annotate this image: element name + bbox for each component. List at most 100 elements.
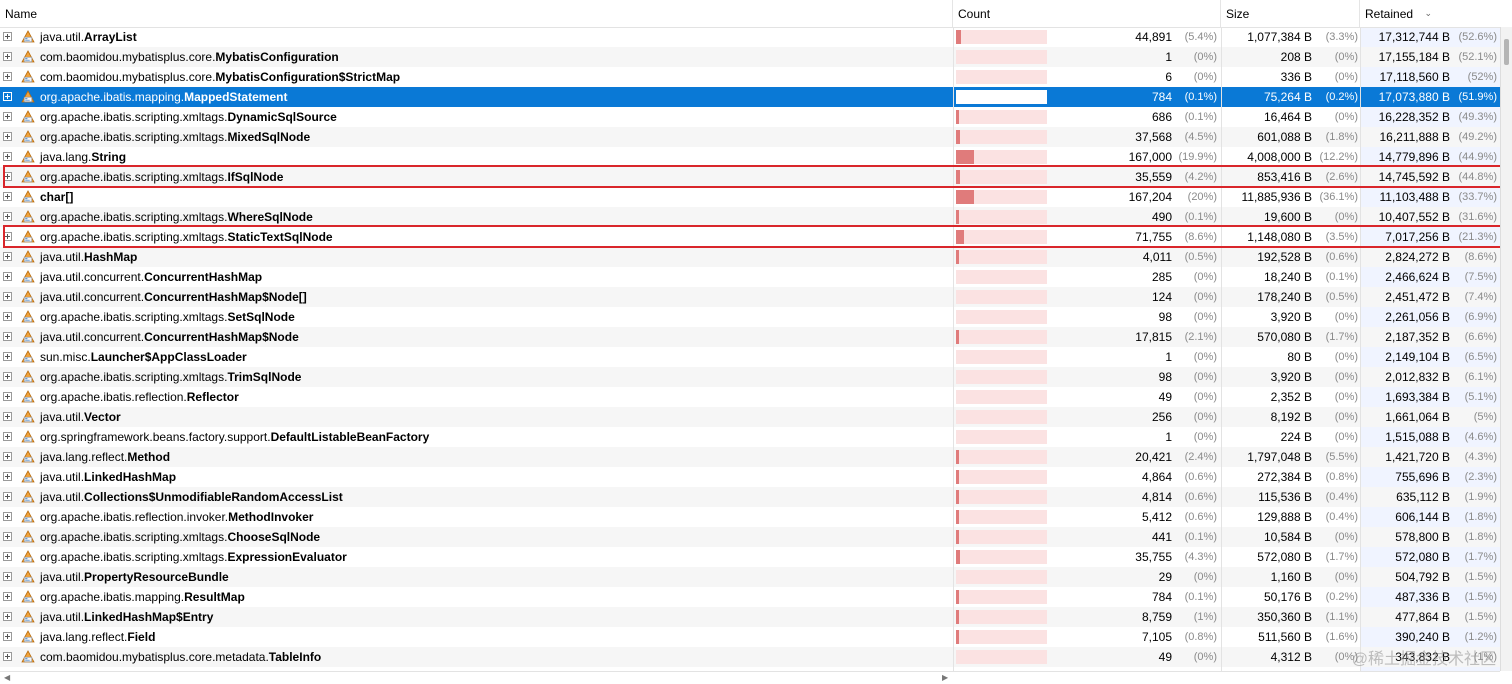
expand-toggle-icon[interactable]	[3, 592, 12, 601]
retained-size: 2,149,104 B	[1385, 350, 1450, 364]
column-header-size[interactable]: Size	[1221, 0, 1360, 27]
table-row[interactable]: org.apache.ibatis.mapping.MappedStatemen…	[0, 87, 1500, 107]
count-bar	[956, 530, 1047, 544]
expand-toggle-icon[interactable]	[3, 412, 12, 421]
table-row[interactable]: java.lang.reflect.Method 20,421 (2.4%) 1,79…	[0, 447, 1500, 467]
table-row[interactable]: java.util.LinkedHashMap$Entry 8,759 (1%) 35…	[0, 607, 1500, 627]
simple-class-name: MappedStatement	[184, 90, 288, 104]
class-icon	[21, 370, 35, 384]
expand-toggle-icon[interactable]	[3, 152, 12, 161]
table-row[interactable]: org.apache.ibatis.scripting.xmltags.Wher…	[0, 207, 1500, 227]
table-row[interactable]: com.baomidou.mybatisplus.core.metadata.T…	[0, 647, 1500, 667]
expand-toggle-icon[interactable]	[3, 472, 12, 481]
simple-class-name: SetSqlNode	[227, 310, 295, 324]
table-row[interactable]: org.apache.ibatis.reflection.invoker.Met…	[0, 507, 1500, 527]
expand-toggle-icon[interactable]	[3, 192, 12, 201]
table-row[interactable]: org.apache.ibatis.scripting.xmltags.Choo…	[0, 527, 1500, 547]
expand-toggle-icon[interactable]	[3, 392, 12, 401]
count-bar-fill	[956, 190, 974, 204]
expand-toggle-icon[interactable]	[3, 352, 12, 361]
expand-toggle-icon[interactable]	[3, 632, 12, 641]
expand-toggle-icon[interactable]	[3, 72, 12, 81]
instance-count-percent: (0%)	[1193, 51, 1217, 63]
column-header-count[interactable]: Count	[953, 0, 1221, 27]
expand-toggle-icon[interactable]	[3, 652, 12, 661]
table-row[interactable]: org.apache.ibatis.scripting.xmltags.Expr…	[0, 547, 1500, 567]
expand-toggle-icon[interactable]	[3, 132, 12, 141]
instance-count: 441	[1151, 530, 1172, 544]
retained-size: 17,155,184 B	[1378, 50, 1450, 64]
table-row[interactable]: java.lang.reflect.Field 7,105 (0.8%) 511,56…	[0, 627, 1500, 647]
expand-toggle-icon[interactable]	[3, 32, 12, 41]
table-row[interactable]: char[] 167,204 (20%) 11,885,936 B (36.1%) 11,…	[0, 187, 1500, 207]
shallow-size: 2,352 B	[1270, 390, 1312, 404]
expand-toggle-icon[interactable]	[3, 52, 12, 61]
table-row[interactable]: org.apache.ibatis.scripting.xmltags.Trim…	[0, 367, 1500, 387]
expand-toggle-icon[interactable]	[3, 312, 12, 321]
table-row[interactable]: com.baomidou.mybatisplus.core.MybatisCon…	[0, 67, 1500, 87]
expand-toggle-icon[interactable]	[3, 452, 12, 461]
class-name: org.apache.ibatis.scripting.xmltags.Expr…	[40, 547, 347, 567]
vertical-scrollbar-thumb[interactable]	[1504, 39, 1509, 65]
simple-class-name: HashMap	[84, 250, 138, 264]
table-row[interactable]: org.apache.ibatis.scripting.xmltags.Mixe…	[0, 127, 1500, 147]
vertical-scrollbar[interactable]	[1500, 27, 1512, 671]
shallow-size-percent: (0.2%)	[1325, 91, 1358, 103]
count-bar	[956, 370, 1047, 384]
count-bar	[956, 490, 1047, 504]
count-bar	[956, 570, 1047, 584]
expand-toggle-icon[interactable]	[3, 112, 12, 121]
expand-toggle-icon[interactable]	[3, 212, 12, 221]
instance-count-percent: (0.1%)	[1184, 91, 1217, 103]
class-icon	[21, 50, 35, 64]
expand-toggle-icon[interactable]	[3, 492, 12, 501]
table-row[interactable]: org.apache.ibatis.reflection.Reflector 49…	[0, 387, 1500, 407]
expand-toggle-icon[interactable]	[3, 572, 12, 581]
count-bar	[956, 650, 1047, 664]
table-row[interactable]: java.util.HashMap 4,011 (0.5%) 192,528 B (0.…	[0, 247, 1500, 267]
table-row[interactable]: org.springframework.beans.factory.suppor…	[0, 427, 1500, 447]
expand-toggle-icon[interactable]	[3, 612, 12, 621]
expand-toggle-icon[interactable]	[3, 372, 12, 381]
expand-toggle-icon[interactable]	[3, 272, 12, 281]
expand-toggle-icon[interactable]	[3, 532, 12, 541]
expand-toggle-icon[interactable]	[3, 252, 12, 261]
expand-toggle-icon[interactable]	[3, 432, 12, 441]
scroll-right-icon[interactable]: ▶	[942, 672, 948, 684]
class-name: java.lang.reflect.Method	[40, 447, 170, 467]
table-row[interactable]: java.lang.String 167,000 (19.9%) 4,008,000 …	[0, 147, 1500, 167]
simple-class-name: ConcurrentHashMap$Node	[144, 330, 299, 344]
table-row[interactable]: java.util.LinkedHashMap 4,864 (0.6%) 272,38…	[0, 467, 1500, 487]
retained-size: 1,693,384 B	[1385, 390, 1450, 404]
retained-size-percent: (4.6%)	[1464, 431, 1497, 443]
scroll-left-icon[interactable]: ◀	[4, 672, 10, 684]
horizontal-scrollbar[interactable]: ◀ ▶	[0, 671, 1500, 684]
expand-toggle-icon[interactable]	[3, 292, 12, 301]
table-row[interactable]: org.apache.ibatis.mapping.ResultMap 784 (0…	[0, 587, 1500, 607]
expand-toggle-icon[interactable]	[3, 552, 12, 561]
expand-toggle-icon[interactable]	[3, 92, 12, 101]
table-row[interactable]: java.util.PropertyResourceBundle 29 (0%) 1,…	[0, 567, 1500, 587]
class-name: org.apache.ibatis.scripting.xmltags.Trim…	[40, 367, 301, 387]
count-bar	[956, 50, 1047, 64]
column-header-name[interactable]: Name	[0, 0, 953, 27]
instance-count-percent: (0.5%)	[1184, 251, 1217, 263]
class-name: org.apache.ibatis.mapping.MappedStatemen…	[40, 87, 287, 107]
table-row[interactable]: java.util.concurrent.ConcurrentHashMap$N…	[0, 287, 1500, 307]
table-row[interactable]: java.util.concurrent.ConcurrentHashMap 28…	[0, 267, 1500, 287]
table-row[interactable]: java.util.Collections$UnmodifiableRandom…	[0, 487, 1500, 507]
table-row[interactable]: java.util.concurrent.ConcurrentHashMap$N…	[0, 327, 1500, 347]
table-row[interactable]: sun.misc.Launcher$AppClassLoader 1 (0%) 80 …	[0, 347, 1500, 367]
expand-toggle-icon[interactable]	[3, 332, 12, 341]
column-header-retained[interactable]: Retained ⌄	[1360, 0, 1500, 27]
expand-toggle-icon[interactable]	[3, 512, 12, 521]
shallow-size-percent: (0%)	[1334, 51, 1358, 63]
table-row[interactable]: com.baomidou.mybatisplus.core.MybatisCon…	[0, 47, 1500, 67]
instance-count: 17,815	[1135, 330, 1172, 344]
table-row[interactable]: org.apache.ibatis.scripting.xmltags.SetS…	[0, 307, 1500, 327]
count-bar	[956, 310, 1047, 324]
table-row[interactable]: org.apache.ibatis.scripting.xmltags.Dyna…	[0, 107, 1500, 127]
table-row[interactable]: java.util.ArrayList 44,891 (5.4%) 1,077,384…	[0, 27, 1500, 47]
retained-size-percent: (6.1%)	[1464, 371, 1497, 383]
table-row[interactable]: java.util.Vector 256 (0%) 8,192 B (0%) 1,661,…	[0, 407, 1500, 427]
